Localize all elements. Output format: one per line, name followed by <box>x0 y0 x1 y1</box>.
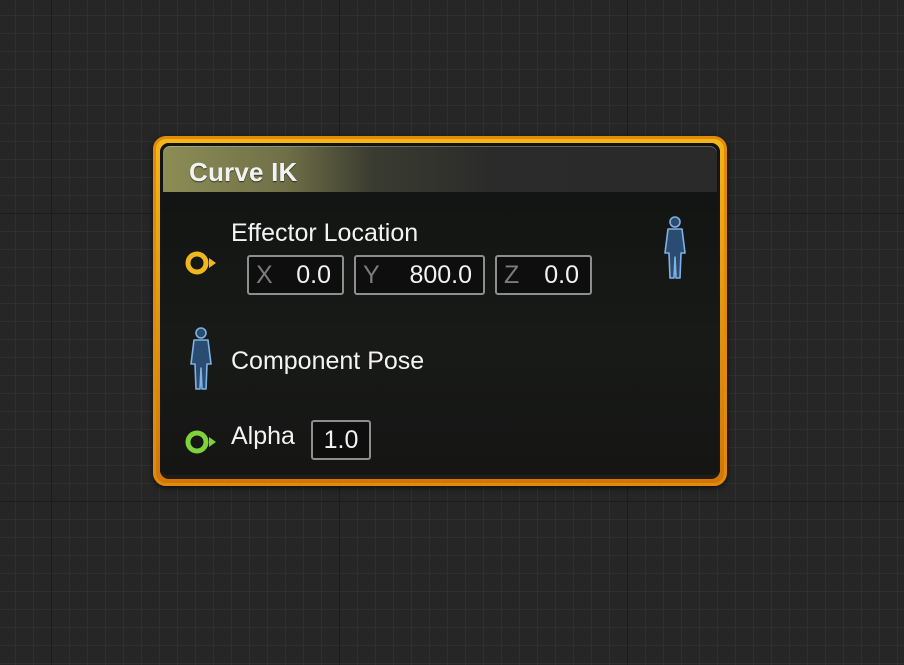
effector-x-field[interactable]: X 0.0 <box>247 255 344 295</box>
float-pin-icon[interactable] <box>184 428 218 456</box>
z-axis-value: 0.0 <box>544 261 579 289</box>
z-axis-letter: Z <box>504 261 520 289</box>
effector-y-field[interactable]: Y 800.0 <box>354 255 485 295</box>
alpha-value-field[interactable]: 1.0 <box>311 420 371 460</box>
x-axis-letter: X <box>256 261 273 289</box>
y-axis-letter: Y <box>363 261 380 289</box>
vector-pin-icon[interactable] <box>184 249 218 277</box>
alpha-label: Alpha <box>231 422 295 450</box>
node-header[interactable]: Curve IK <box>163 146 717 192</box>
y-axis-value: 800.0 <box>409 261 472 289</box>
effector-location-label: Effector Location <box>231 219 419 247</box>
node-inner: Curve IK Effector Location X 0.0 Y 800.0… <box>160 143 720 479</box>
effector-z-field[interactable]: Z 0.0 <box>495 255 592 295</box>
component-pose-label: Component Pose <box>231 347 425 375</box>
pose-output-pin-icon[interactable] <box>661 215 689 281</box>
x-axis-value: 0.0 <box>296 261 331 289</box>
node-title: Curve IK <box>189 157 298 187</box>
curve-ik-node[interactable]: Curve IK Effector Location X 0.0 Y 800.0… <box>153 136 727 486</box>
pose-input-pin-icon[interactable] <box>187 326 215 392</box>
graph-canvas[interactable]: Curve IK Effector Location X 0.0 Y 800.0… <box>0 0 904 665</box>
